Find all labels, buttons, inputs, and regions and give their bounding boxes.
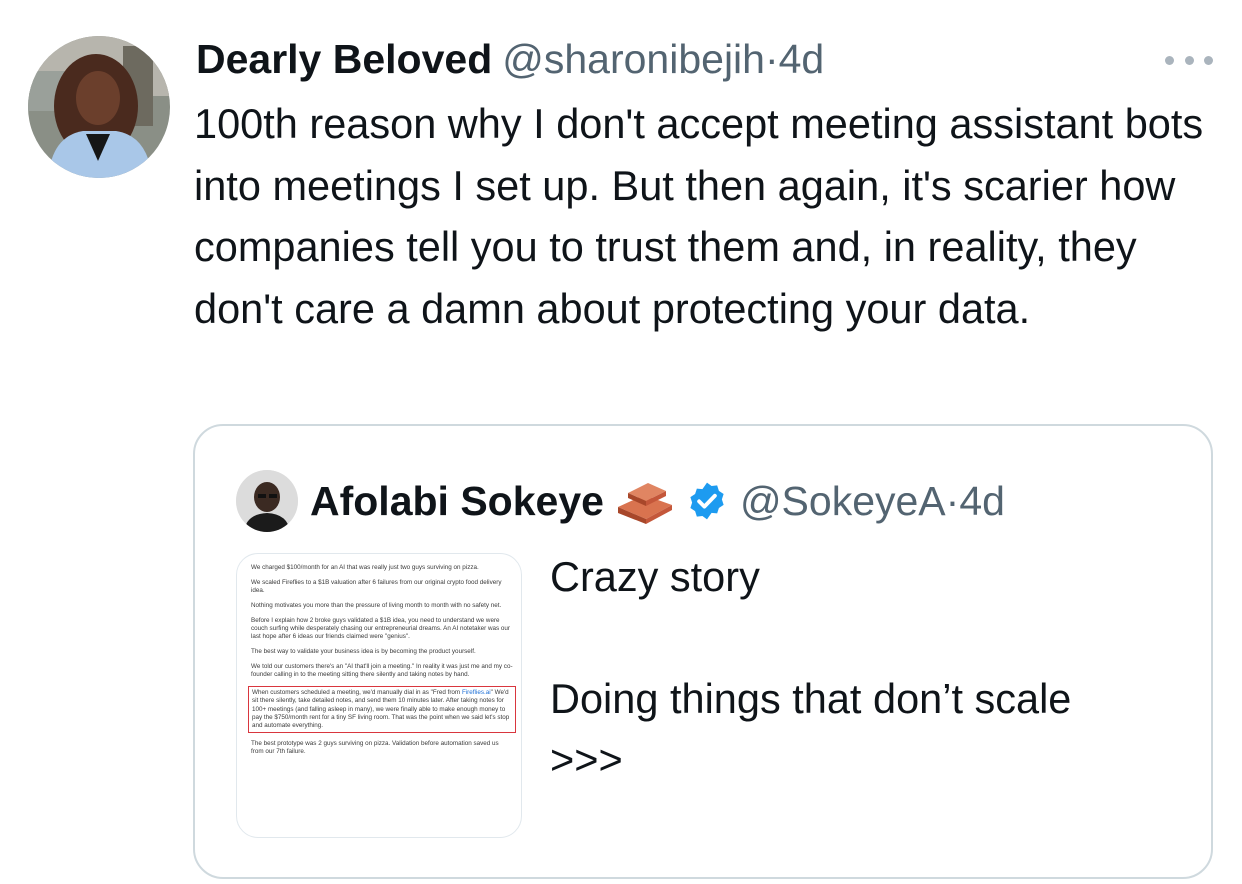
author-handle[interactable]: @sharonibejih <box>502 36 765 82</box>
bricks-emoji-icon <box>617 483 672 524</box>
quoted-author-name[interactable]: Afolabi Sokeye <box>310 478 604 525</box>
profile-photo-woman <box>28 36 170 178</box>
separator-dot: · <box>945 477 960 524</box>
doc-paragraph: We scaled Fireflies to a $1B valuation a… <box>251 578 502 595</box>
screenshot-document: We charged $100/month for an AI that was… <box>248 564 516 763</box>
doc-paragraph: We charged $100/month for an AI that was… <box>251 564 479 571</box>
author-avatar[interactable] <box>28 36 170 178</box>
quoted-tweet-text: Crazy story Doing things that don’t scal… <box>550 553 1072 783</box>
doc-paragraph: Nothing motivates you more than the pres… <box>251 601 502 609</box>
tweet-header: Dearly Beloved @sharonibejih·4d <box>196 34 824 84</box>
quoted-tweet-time[interactable]: 4d <box>959 478 1005 525</box>
quoted-tweet-card[interactable]: Afolabi Sokeye @SokeyeA · 4d We charged $1… <box>193 424 1213 879</box>
more-options-icon[interactable] <box>1165 48 1213 72</box>
quoted-tweet-header: Afolabi Sokeye @SokeyeA · 4d <box>310 470 1005 532</box>
quoted-tweet-image[interactable]: We charged $100/month for an AI that was… <box>236 553 522 838</box>
doc-paragraph: Before I explain how 2 broke guys valida… <box>251 616 511 641</box>
author-name[interactable]: Dearly Beloved <box>196 36 492 82</box>
highlight-text: When customers scheduled a meeting, we'd… <box>252 688 462 696</box>
doc-paragraph: The best way to validate your business i… <box>251 648 476 656</box>
more-dot <box>1184 55 1194 65</box>
verified-badge-icon <box>690 482 724 520</box>
doc-paragraph: The best prototype was 2 guys surviving … <box>251 739 499 756</box>
highlighted-paragraph: When customers scheduled a meeting, we'd… <box>248 685 516 734</box>
profile-photo-man <box>236 470 298 532</box>
more-dot <box>1204 55 1213 65</box>
tweet-time[interactable]: 4d <box>779 36 825 82</box>
more-dot <box>1165 55 1174 65</box>
tweet-text: 100th reason why I don't accept meeting … <box>194 100 1215 332</box>
doc-paragraph: We told our customers there's an "AI tha… <box>251 662 513 679</box>
quoted-author-avatar[interactable] <box>236 470 298 532</box>
quoted-author-handle[interactable]: @SokeyeA <box>740 478 946 525</box>
fireflies-link: Fireflies.ai <box>461 688 491 696</box>
separator-dot: · <box>764 36 779 82</box>
